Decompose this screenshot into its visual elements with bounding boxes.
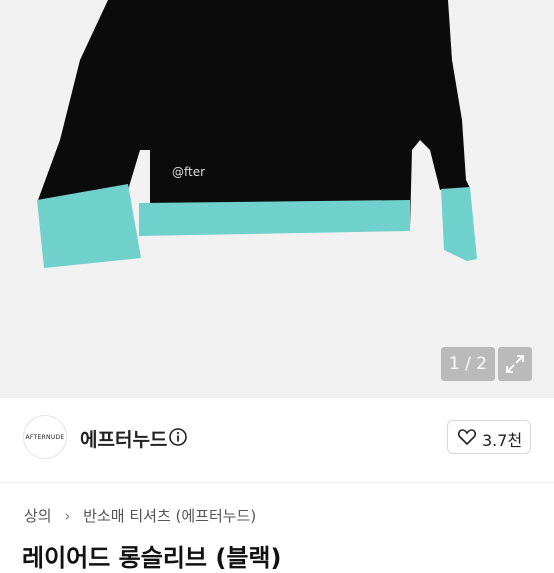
product-title: 레이어드 롱슬리브 (블랙) [22,544,282,572]
garment-logo: @fter [172,165,205,179]
chevron-right-icon: › [64,506,71,525]
expand-icon [506,355,524,373]
like-button[interactable]: 3.7천 [447,420,531,454]
breadcrumb: 상의 › 반소매 티셔츠 (에프터누드) [24,505,256,526]
breadcrumb-item-subcategory[interactable]: 반소매 티셔츠 (에프터누드) [83,505,256,526]
brand-name[interactable]: 에프터누드 [80,425,167,452]
product-photo: @fter [37,0,477,268]
divider [0,482,554,483]
breadcrumb-item-category[interactable]: 상의 [24,505,52,526]
brand-row: AFTERNUDE 에프터누드 3.7천 [0,398,554,482]
image-counter: 1 / 2 [441,347,495,381]
product-image-gallery[interactable]: @fter 1 / 2 [0,0,554,398]
brand-logo[interactable]: AFTERNUDE [23,415,67,459]
info-icon[interactable] [169,428,187,446]
expand-button[interactable] [498,347,532,381]
brand-logo-text: AFTERNUDE [25,433,65,441]
like-count: 3.7천 [482,431,523,450]
heart-icon [458,429,476,445]
